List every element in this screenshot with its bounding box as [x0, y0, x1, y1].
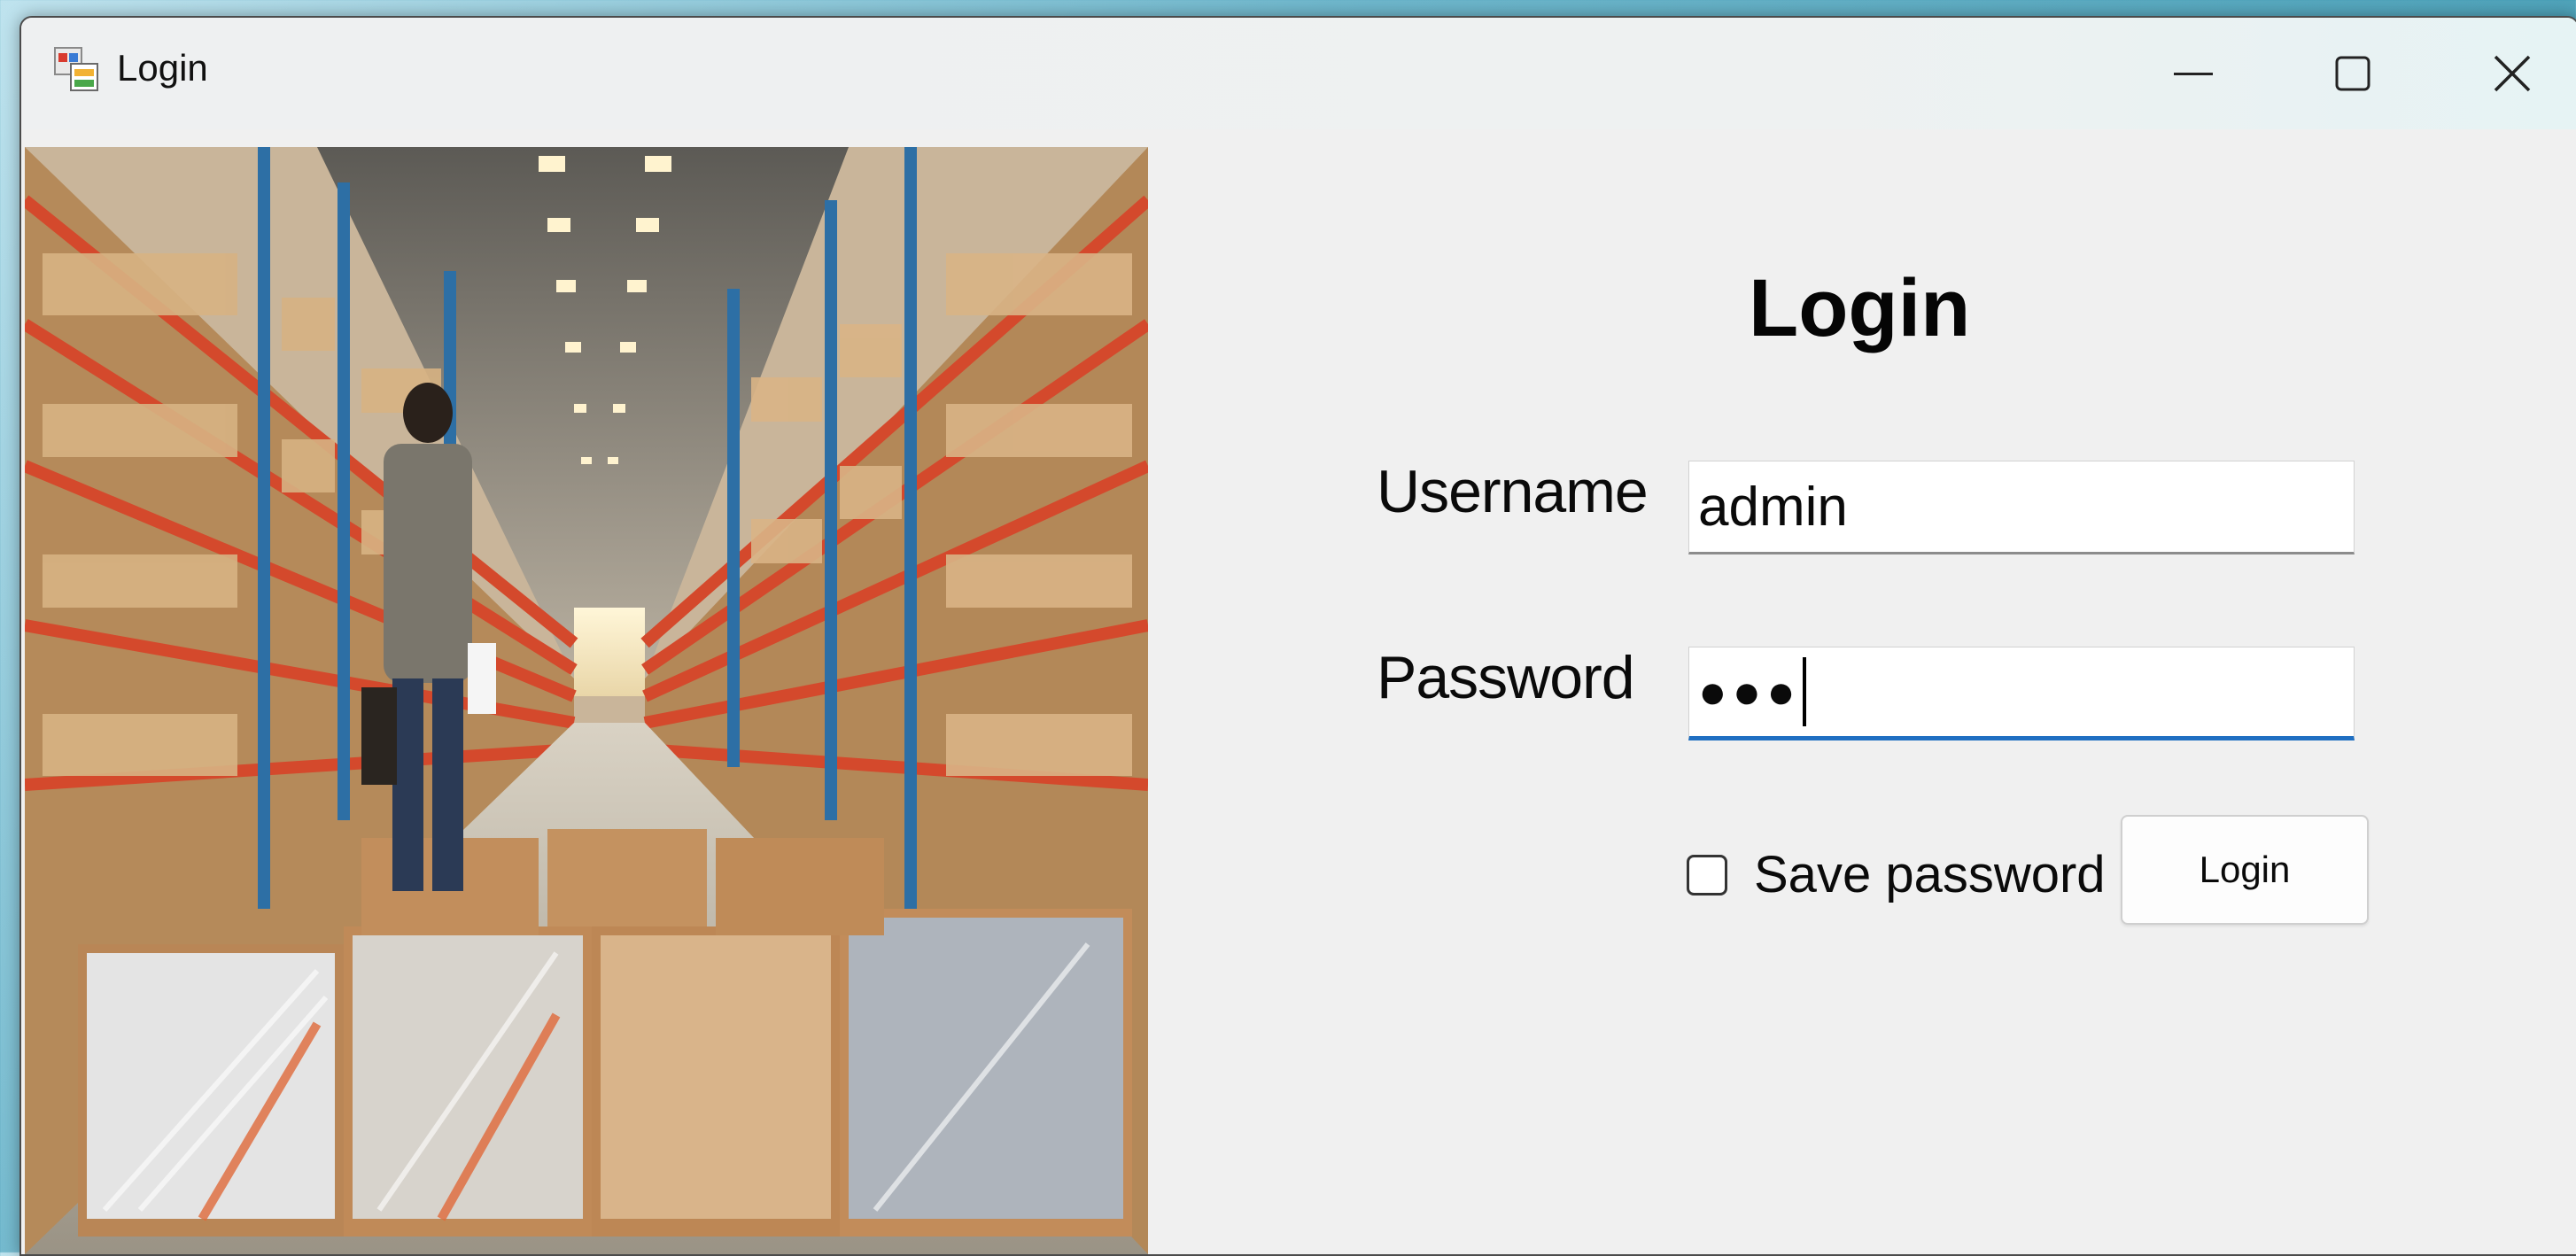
password-masked-value: ●●● — [1698, 665, 1801, 718]
save-password-checkbox[interactable]: Save password — [1687, 845, 2106, 904]
username-field[interactable]: admin — [1688, 461, 2355, 554]
text-caret — [1802, 657, 1806, 726]
maximize-icon — [2335, 56, 2370, 91]
close-icon — [2493, 54, 2532, 93]
password-field[interactable]: ●●● — [1688, 647, 2355, 740]
close-button[interactable] — [2432, 18, 2576, 129]
login-button[interactable]: Login — [2121, 815, 2369, 925]
title-bar[interactable]: Login — [21, 18, 2576, 129]
save-password-label: Save password — [1754, 846, 2106, 903]
maximize-button[interactable] — [2273, 18, 2432, 129]
username-value: admin — [1698, 476, 1848, 538]
checkbox-box[interactable] — [1687, 854, 1727, 895]
form-client-area: Login Username admin Password ●●● Save p… — [21, 129, 2576, 1254]
warehouse-picture — [25, 147, 1148, 1254]
login-window: Login Login Username admin Password ●●● … — [19, 16, 2576, 1256]
login-heading: Login — [1749, 263, 1971, 353]
username-label: Username — [1377, 458, 1649, 525]
window-title: Login — [117, 47, 208, 89]
minimize-icon — [2174, 71, 2213, 76]
minimize-button[interactable] — [2114, 18, 2273, 129]
app-icon — [53, 46, 99, 92]
password-label: Password — [1377, 644, 1635, 711]
